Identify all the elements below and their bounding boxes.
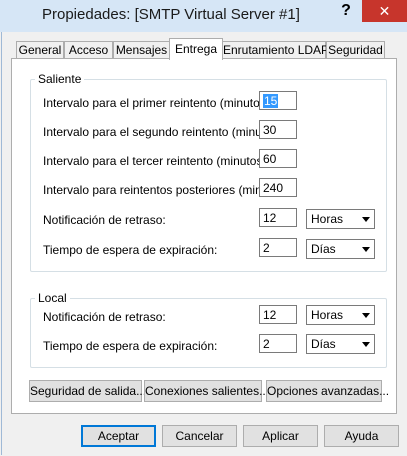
local-expiration-input[interactable]: 2 bbox=[259, 334, 297, 353]
help-icon: ? bbox=[341, 2, 351, 19]
tab-enrutamiento-ldap[interactable]: Enrutamiento LDAP bbox=[222, 41, 329, 59]
local-delay-unit-value: Horas bbox=[311, 308, 344, 322]
tab-seguridad[interactable]: Seguridad bbox=[326, 41, 385, 59]
outbound-legend: Saliente bbox=[35, 72, 85, 86]
outbound-delay-notification-unit-select[interactable]: Horas bbox=[306, 209, 375, 229]
outbound-expiration-unit-value: Días bbox=[311, 242, 336, 256]
outbound-expiration-input[interactable]: 2 bbox=[259, 238, 297, 257]
outbound-delay-unit-value: Horas bbox=[311, 212, 344, 226]
third-retry-label: Intervalo para el tercer reintento (minu… bbox=[43, 154, 270, 168]
ok-button[interactable]: Aceptar bbox=[81, 425, 156, 447]
chevron-down-icon bbox=[362, 217, 370, 222]
tab-general[interactable]: General bbox=[16, 41, 64, 59]
first-retry-value: 15 bbox=[263, 94, 279, 108]
local-expiration-label: Tiempo de espera de expiración: bbox=[43, 339, 218, 353]
help-title-button[interactable]: ? bbox=[330, 0, 362, 22]
chevron-down-icon bbox=[362, 247, 370, 252]
first-retry-label: Intervalo para el primer reintento (minu… bbox=[43, 96, 274, 110]
first-retry-input[interactable]: 15 bbox=[259, 91, 297, 110]
tab-acceso[interactable]: Acceso bbox=[64, 41, 113, 59]
close-button[interactable]: ✕ bbox=[362, 0, 407, 22]
outbound-connections-button[interactable]: Conexiones salientes... bbox=[144, 380, 269, 402]
cancel-button[interactable]: Cancelar bbox=[162, 425, 237, 447]
help-button[interactable]: Ayuda bbox=[324, 425, 399, 447]
local-delay-notification-label: Notificación de retraso: bbox=[43, 310, 166, 324]
subsequent-retry-input[interactable]: 240 bbox=[259, 178, 297, 197]
close-icon: ✕ bbox=[378, 2, 391, 19]
subsequent-retry-label: Intervalo para reintentos posteriores (m… bbox=[43, 183, 292, 197]
advanced-options-button[interactable]: Opciones avanzadas... bbox=[266, 380, 389, 402]
apply-button[interactable]: Aplicar bbox=[243, 425, 318, 447]
window-title: Propiedades: [SMTP Virtual Server #1] bbox=[42, 6, 300, 23]
outbound-delay-notification-input[interactable]: 12 bbox=[259, 208, 297, 227]
tab-mensajes[interactable]: Mensajes bbox=[113, 41, 170, 59]
local-expiration-unit-value: Días bbox=[311, 337, 336, 351]
local-delay-notification-unit-select[interactable]: Horas bbox=[306, 305, 375, 325]
chevron-down-icon bbox=[362, 342, 370, 347]
second-retry-input[interactable]: 30 bbox=[259, 120, 297, 139]
outbound-expiration-unit-select[interactable]: Días bbox=[306, 239, 375, 259]
third-retry-input[interactable]: 60 bbox=[259, 149, 297, 168]
outbound-security-button[interactable]: Seguridad de salida... bbox=[29, 380, 146, 402]
local-expiration-unit-select[interactable]: Días bbox=[306, 334, 375, 354]
second-retry-label: Intervalo para el segundo reintento (min… bbox=[43, 125, 286, 139]
local-legend: Local bbox=[35, 291, 70, 305]
local-delay-notification-input[interactable]: 12 bbox=[259, 305, 297, 324]
tab-entrega[interactable]: Entrega bbox=[169, 38, 223, 60]
chevron-down-icon bbox=[362, 313, 370, 318]
outbound-expiration-label: Tiempo de espera de expiración: bbox=[43, 243, 218, 257]
outbound-delay-notification-label: Notificación de retraso: bbox=[43, 213, 166, 227]
